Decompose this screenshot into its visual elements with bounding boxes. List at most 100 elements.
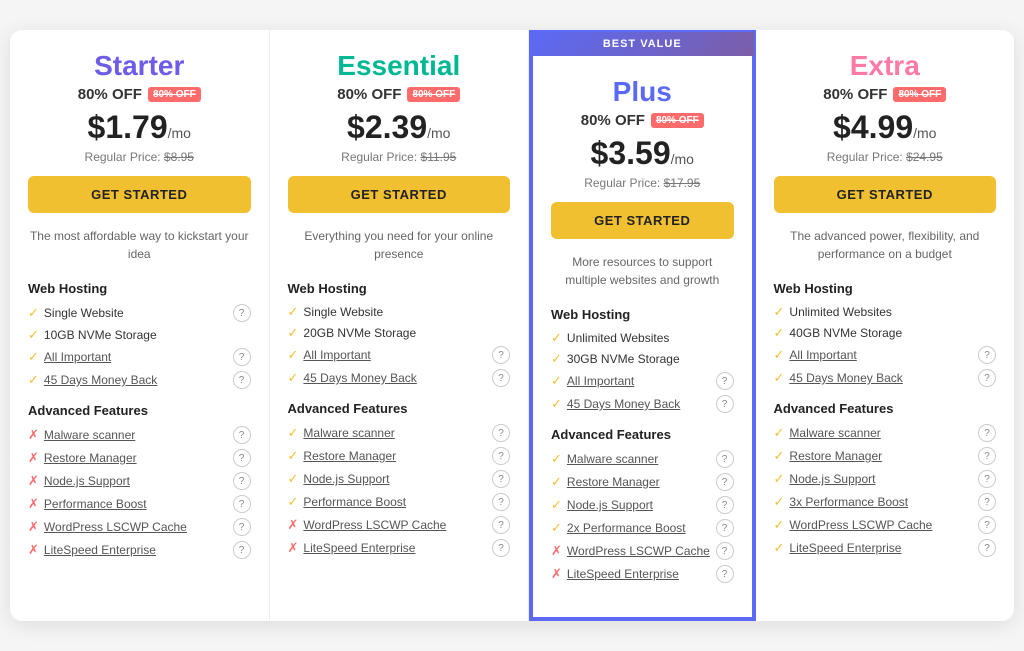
info-button[interactable]: ? [978, 516, 996, 534]
feature-left: ✓ 20GB NVMe Storage [288, 325, 417, 341]
info-button[interactable]: ? [978, 346, 996, 364]
feature-name: WordPress LSCWP Cache [44, 520, 187, 534]
feature-left: ✓ Restore Manager [774, 448, 883, 464]
info-button[interactable]: ? [492, 493, 510, 511]
info-button[interactable]: ? [978, 493, 996, 511]
discount-text: 80% OFF [581, 112, 645, 129]
feature-item: ✓ Malware scanner ? [288, 424, 511, 442]
info-button[interactable]: ? [716, 519, 734, 537]
feature-item: ✗ Performance Boost ? [28, 495, 251, 513]
price-period: /mo [671, 151, 694, 167]
feature-item: ✓ Node.js Support ? [288, 470, 511, 488]
feature-left: ✓ Malware scanner [288, 425, 395, 441]
plan-desc-plus: More resources to support multiple websi… [551, 253, 734, 293]
check-icon: ✓ [551, 351, 562, 367]
price-period: /mo [168, 125, 191, 141]
info-button[interactable]: ? [716, 496, 734, 514]
info-button[interactable]: ? [492, 470, 510, 488]
info-button[interactable]: ? [233, 449, 251, 467]
discount-badge-plus: 80% OFF 80% OFF [551, 112, 734, 129]
check-icon: ✓ [288, 425, 299, 441]
info-button[interactable]: ? [716, 450, 734, 468]
feature-name: Malware scanner [303, 426, 394, 440]
feature-left: ✓ Node.js Support [774, 471, 876, 487]
plan-name-starter: Starter [28, 50, 251, 82]
plan-name-essential: Essential [288, 50, 511, 82]
cross-icon: ✗ [28, 473, 39, 489]
info-button[interactable]: ? [716, 542, 734, 560]
feature-item: ✗ Restore Manager ? [28, 449, 251, 467]
info-button[interactable]: ? [492, 369, 510, 387]
feature-left: ✓ 2x Performance Boost [551, 520, 686, 536]
feature-left: ✓ 45 Days Money Back [774, 370, 903, 386]
plan-card-starter: Starter 80% OFF 80% OFF $1.79/mo Regular… [10, 30, 270, 621]
feature-name: 10GB NVMe Storage [44, 328, 157, 342]
info-button[interactable]: ? [492, 516, 510, 534]
info-button[interactable]: ? [978, 369, 996, 387]
feature-item: ✓ 45 Days Money Back ? [28, 371, 251, 389]
feature-name: Performance Boost [44, 497, 147, 511]
cta-button-plus[interactable]: GET STARTED [551, 202, 734, 239]
plan-featured-wrapper: BEST VALUEPlus 80% OFF 80% OFF $3.59/mo … [529, 30, 756, 621]
cta-button-essential[interactable]: GET STARTED [288, 176, 511, 213]
pricing-table: Starter 80% OFF 80% OFF $1.79/mo Regular… [10, 30, 1014, 621]
cta-button-extra[interactable]: GET STARTED [774, 176, 997, 213]
feature-item: ✓ All Important ? [28, 348, 251, 366]
check-icon: ✓ [551, 520, 562, 536]
feature-name: 45 Days Money Back [44, 373, 157, 387]
info-button[interactable]: ? [978, 470, 996, 488]
feature-item: ✓ All Important ? [774, 346, 997, 364]
info-button[interactable]: ? [233, 518, 251, 536]
feature-left: ✓ 30GB NVMe Storage [551, 351, 680, 367]
feature-item: ✓ Restore Manager ? [774, 447, 997, 465]
info-button[interactable]: ? [492, 424, 510, 442]
info-button[interactable]: ? [233, 541, 251, 559]
feature-name: 45 Days Money Back [789, 371, 902, 385]
info-button[interactable]: ? [716, 473, 734, 491]
price-period: /mo [913, 125, 936, 141]
feature-left: ✗ Restore Manager [28, 450, 137, 466]
info-button[interactable]: ? [233, 472, 251, 490]
info-button[interactable]: ? [978, 447, 996, 465]
price-main: $2.39 [347, 109, 427, 145]
info-button[interactable]: ? [233, 426, 251, 444]
info-button[interactable]: ? [716, 395, 734, 413]
info-button[interactable]: ? [233, 304, 251, 322]
discount-badge-starter: 80% OFF 80% OFF [28, 86, 251, 103]
feature-left: ✓ 45 Days Money Back [28, 372, 157, 388]
feature-item: ✓ 3x Performance Boost ? [774, 493, 997, 511]
feature-item: ✓ 2x Performance Boost ? [551, 519, 734, 537]
check-icon: ✓ [28, 372, 39, 388]
feature-name: 30GB NVMe Storage [567, 352, 680, 366]
info-button[interactable]: ? [233, 348, 251, 366]
check-icon: ✓ [774, 347, 785, 363]
plan-desc-starter: The most affordable way to kickstart you… [28, 227, 251, 267]
cross-icon: ✗ [288, 540, 299, 556]
price-row-essential: $2.39/mo [288, 109, 511, 146]
feature-name: Node.js Support [303, 472, 389, 486]
info-button[interactable]: ? [978, 539, 996, 557]
info-button[interactable]: ? [716, 565, 734, 583]
info-button[interactable]: ? [978, 424, 996, 442]
cta-button-starter[interactable]: GET STARTED [28, 176, 251, 213]
feature-left: ✓ 10GB NVMe Storage [28, 327, 157, 343]
info-button[interactable]: ? [492, 539, 510, 557]
info-button[interactable]: ? [716, 372, 734, 390]
feature-left: ✓ Malware scanner [774, 425, 881, 441]
info-button[interactable]: ? [233, 371, 251, 389]
info-button[interactable]: ? [233, 495, 251, 513]
feature-item: ✓ Malware scanner ? [774, 424, 997, 442]
feature-left: ✓ LiteSpeed Enterprise [774, 540, 902, 556]
feature-left: ✗ WordPress LSCWP Cache [28, 519, 187, 535]
info-button[interactable]: ? [492, 447, 510, 465]
check-icon: ✓ [551, 451, 562, 467]
feature-name: Restore Manager [303, 449, 396, 463]
feature-name: 45 Days Money Back [567, 397, 680, 411]
cross-icon: ✗ [28, 496, 39, 512]
plan-desc-essential: Everything you need for your online pres… [288, 227, 511, 267]
regular-price-essential: Regular Price: $11.95 [288, 150, 511, 164]
feature-item: ✓ 45 Days Money Back ? [288, 369, 511, 387]
info-button[interactable]: ? [492, 346, 510, 364]
feature-item: ✗ WordPress LSCWP Cache ? [288, 516, 511, 534]
feature-name: Restore Manager [44, 451, 137, 465]
